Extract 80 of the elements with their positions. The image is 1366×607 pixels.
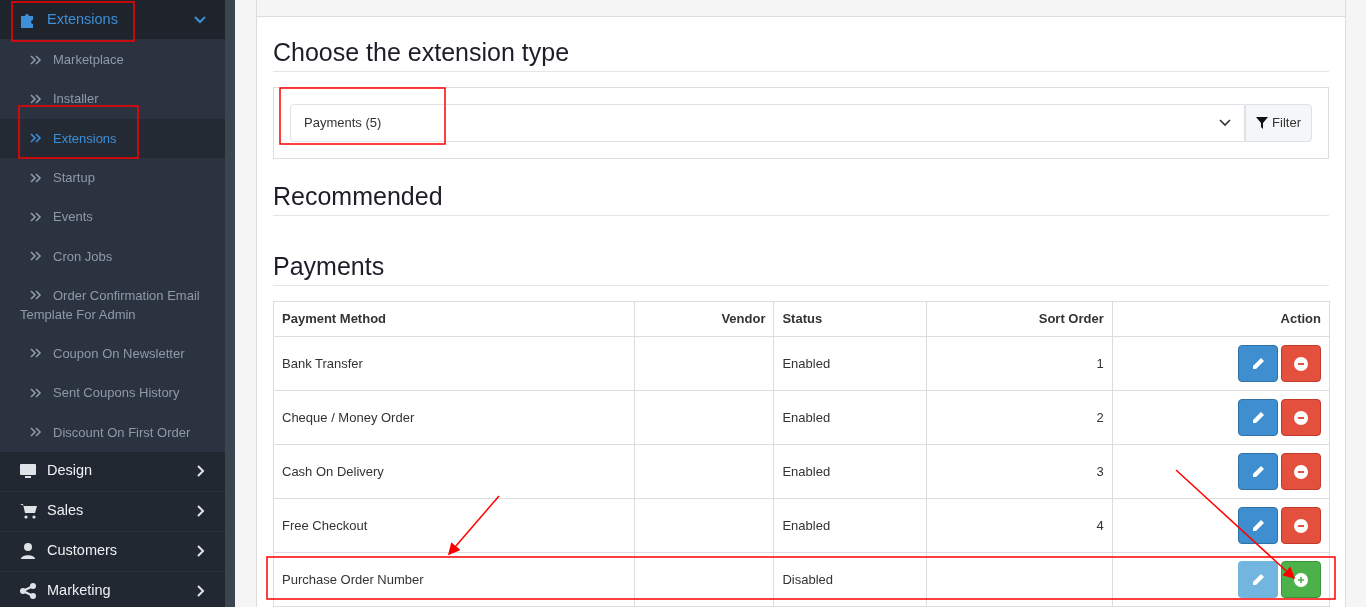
uninstall-button[interactable] [1281, 507, 1321, 544]
funnel-icon [1256, 117, 1269, 129]
edit-button[interactable] [1238, 345, 1278, 382]
column-header: Sort Order [926, 301, 1113, 337]
table-cell: Free Checkout [273, 498, 635, 553]
sidebar-menu-item[interactable]: Extensions [0, 0, 225, 40]
table-cell: Enabled [773, 444, 927, 499]
table-cell: 2 [926, 390, 1113, 445]
table-cell: Cheque / Money Order [273, 390, 635, 445]
column-header: Status [773, 301, 927, 337]
sidebar-submenu-item[interactable]: Startup [0, 157, 225, 198]
sidebar-submenu-item[interactable]: Discount On First Order [0, 412, 225, 452]
edit-button[interactable] [1238, 453, 1278, 490]
chevron-right-icon [194, 465, 206, 478]
sidebar-submenu-item[interactable]: Sent Coupons History [0, 373, 225, 413]
pencil-icon [1251, 518, 1265, 533]
minus-circle-icon [1294, 464, 1308, 479]
table-cell: 1 [926, 336, 1113, 391]
cart-icon [19, 502, 37, 521]
table-cell: Enabled [773, 336, 927, 391]
double-chevron-icon [30, 387, 42, 398]
install-button[interactable] [1281, 561, 1321, 598]
extension-type-select[interactable]: Payments (5) [290, 104, 1246, 142]
sidebar-submenu-item[interactable]: Order Confirmation Email Template For Admin [0, 275, 225, 334]
double-chevron-icon [30, 133, 42, 144]
section-heading: Recommended [273, 181, 1329, 216]
column-header: Action [1112, 301, 1330, 337]
sidebar-menu-item[interactable]: Sales [0, 491, 225, 532]
chevron-right-icon [194, 585, 206, 598]
sidebar-submenu-item[interactable]: Installer [0, 79, 225, 119]
table-cell: Enabled [773, 390, 927, 445]
table-cell: Enabled [773, 498, 927, 553]
pencil-icon [1251, 410, 1265, 425]
table-cell: Cash On Delivery [273, 444, 635, 499]
pencil-icon [1251, 356, 1265, 371]
sidebar-menu-item[interactable]: Marketing [0, 571, 225, 607]
sidebar-submenu-item[interactable]: Cron Jobs [0, 236, 225, 276]
uninstall-button[interactable] [1281, 345, 1321, 382]
table-cell: Purchase Order Number [273, 552, 635, 607]
chevron-right-icon [194, 545, 206, 558]
column-header: Payment Method [273, 301, 635, 337]
double-chevron-icon [30, 172, 42, 183]
sidebar-submenu-item[interactable]: Events [0, 197, 225, 237]
column-header: Vendor [634, 301, 774, 337]
table-cell: 3 [926, 444, 1113, 499]
filter-button[interactable]: Filter [1245, 104, 1312, 142]
sidebar-menu-item[interactable]: Customers [0, 531, 225, 572]
double-chevron-icon [30, 427, 42, 437]
sidebar-submenu-item[interactable]: Extensions [0, 118, 225, 158]
chevron-down-icon [1219, 119, 1232, 127]
double-chevron-icon [30, 211, 42, 222]
plus-circle-icon [1294, 572, 1308, 587]
monitor-icon [19, 462, 37, 481]
chevron-down-icon [194, 13, 206, 26]
section-heading: Choose the extension type [273, 37, 1329, 72]
minus-circle-icon [1294, 356, 1308, 371]
double-chevron-icon [30, 289, 42, 300]
sidebar-menu-item[interactable]: Design [0, 451, 225, 492]
double-chevron-icon [30, 54, 42, 65]
table-cell: Disabled [773, 552, 927, 607]
minus-circle-icon [1294, 410, 1308, 425]
chevron-right-icon [194, 505, 206, 518]
double-chevron-icon [30, 93, 42, 104]
sidebar-submenu-item[interactable]: Coupon On Newsletter [0, 333, 225, 374]
double-chevron-icon [30, 251, 42, 262]
edit-button[interactable] [1238, 399, 1278, 436]
annotation-arrow [448, 495, 500, 556]
section-heading: Payments [273, 251, 1329, 286]
edit-button[interactable] [1238, 507, 1278, 544]
uninstall-button[interactable] [1281, 399, 1321, 436]
double-chevron-icon [30, 348, 42, 359]
share-icon [19, 582, 37, 601]
sidebar-submenu-item[interactable]: Marketplace [0, 40, 225, 80]
pencil-icon [1251, 572, 1265, 587]
table-cell: 4 [926, 498, 1113, 553]
user-icon [19, 542, 37, 561]
table-cell: Bank Transfer [273, 336, 635, 391]
minus-circle-icon [1294, 518, 1308, 533]
uninstall-button[interactable] [1281, 453, 1321, 490]
pencil-icon [1251, 464, 1265, 479]
